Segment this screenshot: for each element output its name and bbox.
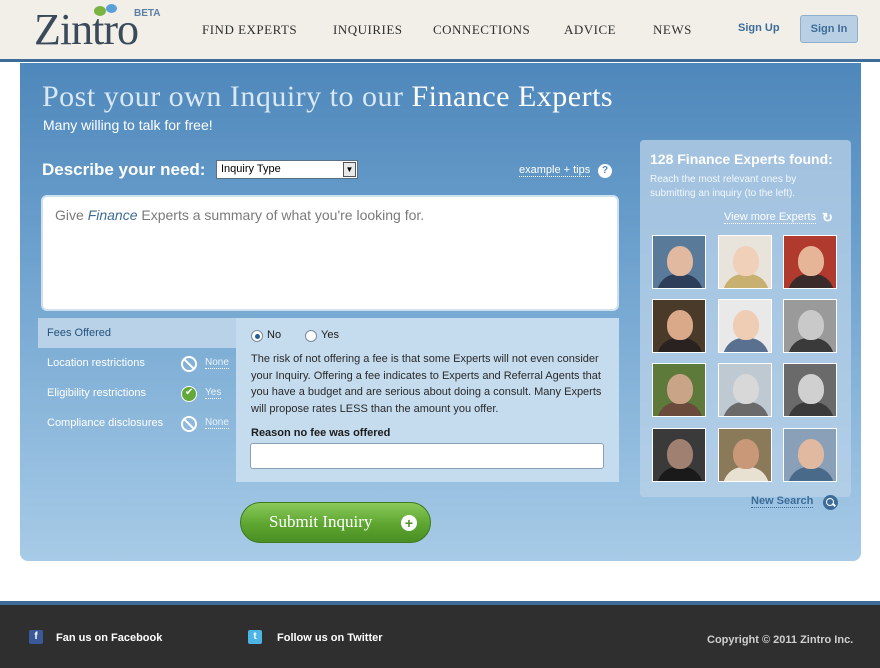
nav-connections[interactable]: CONNECTIONS xyxy=(433,22,530,38)
fee-radio-no[interactable] xyxy=(251,330,263,342)
fees-panel: No Yes The risk of not offering a fee is… xyxy=(236,318,619,482)
fee-radio-yes[interactable] xyxy=(305,330,317,342)
avatar-face xyxy=(733,439,759,469)
avatar-body xyxy=(723,402,769,416)
page-subtitle: Many willing to talk for free! xyxy=(43,117,213,133)
site-header: Zintro BETA FIND EXPERTS INQUIRIES CONNE… xyxy=(0,0,880,62)
avatar-face xyxy=(733,310,759,340)
experts-panel: 128 Finance Experts found: Reach the mos… xyxy=(640,140,851,510)
expert-avatar[interactable] xyxy=(783,299,837,353)
copyright: Copyright © 2011 Zintro Inc. xyxy=(707,634,854,646)
expert-avatar[interactable] xyxy=(652,299,706,353)
avatar-body xyxy=(657,274,703,288)
no-entry-icon xyxy=(181,356,197,372)
avatar-body xyxy=(788,274,834,288)
search-icon[interactable] xyxy=(823,495,838,510)
fee-radio-no-label: No xyxy=(267,329,282,341)
nav-inquiries[interactable]: INQUIRIES xyxy=(333,22,403,38)
avatar-face xyxy=(798,310,824,340)
avatar-face xyxy=(798,374,824,404)
experts-subtitle: Reach the most relevant ones by submitti… xyxy=(650,174,797,199)
avatar-face xyxy=(733,246,759,276)
sidebar-item-compliance[interactable]: Compliance disclosures None xyxy=(38,408,236,438)
beta-badge: BETA xyxy=(134,8,161,19)
sidebar-item-label: Fees Offered xyxy=(47,327,111,339)
sidebar-item-fees[interactable]: Fees Offered xyxy=(38,318,236,348)
twitter-icon[interactable]: t xyxy=(248,630,262,644)
sign-in-button[interactable]: Sign In xyxy=(800,15,858,43)
expert-avatar[interactable] xyxy=(718,299,772,353)
sidebar-item-location[interactable]: Location restrictions None xyxy=(38,348,236,378)
expert-avatar[interactable] xyxy=(652,363,706,417)
refresh-icon[interactable]: ↻ xyxy=(822,210,833,226)
avatar-body xyxy=(657,467,703,481)
title-emphasis: Finance Experts xyxy=(411,80,614,113)
avatar-face xyxy=(667,310,693,340)
reason-input[interactable] xyxy=(250,443,604,469)
expert-avatar[interactable] xyxy=(783,235,837,289)
expert-avatar[interactable] xyxy=(652,235,706,289)
inquiry-type-value: Inquiry Type xyxy=(221,163,281,175)
describe-label: Describe your need: xyxy=(42,160,206,179)
avatar-body xyxy=(657,402,703,416)
sidebar-item-label: Location restrictions xyxy=(47,357,145,369)
avatar-body xyxy=(723,467,769,481)
expert-avatar[interactable] xyxy=(718,235,772,289)
page-title: Post your own Inquiry to our Finance Exp… xyxy=(42,80,613,114)
no-entry-icon xyxy=(181,416,197,432)
placeholder-category: Finance xyxy=(87,207,138,223)
expert-avatar[interactable] xyxy=(718,428,772,482)
sidebar-item-label: Compliance disclosures xyxy=(47,417,164,429)
sidebar-item-value[interactable]: None xyxy=(205,357,229,369)
sidebar-item-label: Eligibility restrictions xyxy=(47,387,147,399)
expert-avatar[interactable] xyxy=(783,363,837,417)
avatar-face xyxy=(667,439,693,469)
fee-radio-yes-label: Yes xyxy=(321,329,339,341)
example-tips-link[interactable]: example + tips xyxy=(519,164,591,177)
facebook-icon[interactable]: f xyxy=(29,630,43,644)
avatar-body xyxy=(723,338,769,352)
placeholder-before: Give xyxy=(55,207,84,223)
avatar-body xyxy=(723,274,769,288)
avatar-body xyxy=(788,402,834,416)
avatar-body xyxy=(657,338,703,352)
inquiry-summary-textarea[interactable]: Give Finance Experts a summary of what y… xyxy=(41,195,619,311)
expert-avatar[interactable] xyxy=(718,363,772,417)
sidebar-item-value[interactable]: Yes xyxy=(205,387,222,399)
avatar-face xyxy=(798,246,824,276)
avatar-body xyxy=(788,467,834,481)
placeholder-after: Experts a summary of what you're looking… xyxy=(141,207,425,223)
sidebar-item-value[interactable]: None xyxy=(205,417,229,429)
submit-inquiry-button[interactable]: Submit Inquiry + xyxy=(240,502,431,543)
avatar-face xyxy=(733,374,759,404)
twitter-link[interactable]: Follow us on Twitter xyxy=(277,632,383,644)
avatar-face xyxy=(667,246,693,276)
title-prefix: Post your own Inquiry to our xyxy=(42,80,404,113)
inquiry-type-select[interactable]: Inquiry Type ▼ xyxy=(216,160,358,179)
experts-count-title: 128 Finance Experts found: xyxy=(650,151,833,167)
avatar-body xyxy=(788,338,834,352)
help-icon[interactable]: ? xyxy=(598,164,612,178)
chevron-down-icon[interactable]: ▼ xyxy=(343,162,356,177)
facebook-link[interactable]: Fan us on Facebook xyxy=(56,632,162,644)
logo[interactable]: Zintro BETA xyxy=(34,4,174,54)
sidebar-item-eligibility[interactable]: Eligibility restrictions Yes xyxy=(38,378,236,408)
new-search-link[interactable]: New Search xyxy=(751,495,814,508)
logo-text: Zintro xyxy=(34,5,139,54)
site-footer: f Fan us on Facebook t Follow us on Twit… xyxy=(0,601,880,668)
expert-avatar[interactable] xyxy=(652,428,706,482)
avatar-face xyxy=(667,374,693,404)
sign-up-link[interactable]: Sign Up xyxy=(738,22,780,34)
nav-find-experts[interactable]: FIND EXPERTS xyxy=(202,22,297,38)
fee-explanation: The risk of not offering a fee is that s… xyxy=(251,353,602,415)
reason-label: Reason no fee was offered xyxy=(251,427,391,439)
nav-advice[interactable]: ADVICE xyxy=(564,22,616,38)
expert-avatar[interactable] xyxy=(783,428,837,482)
view-more-experts-link[interactable]: View more Experts xyxy=(724,211,817,224)
avatar-face xyxy=(798,439,824,469)
nav-news[interactable]: NEWS xyxy=(653,22,692,38)
plus-circle-icon: + xyxy=(401,515,417,531)
submit-label: Submit Inquiry xyxy=(269,512,373,531)
checkmark-icon xyxy=(181,386,197,402)
